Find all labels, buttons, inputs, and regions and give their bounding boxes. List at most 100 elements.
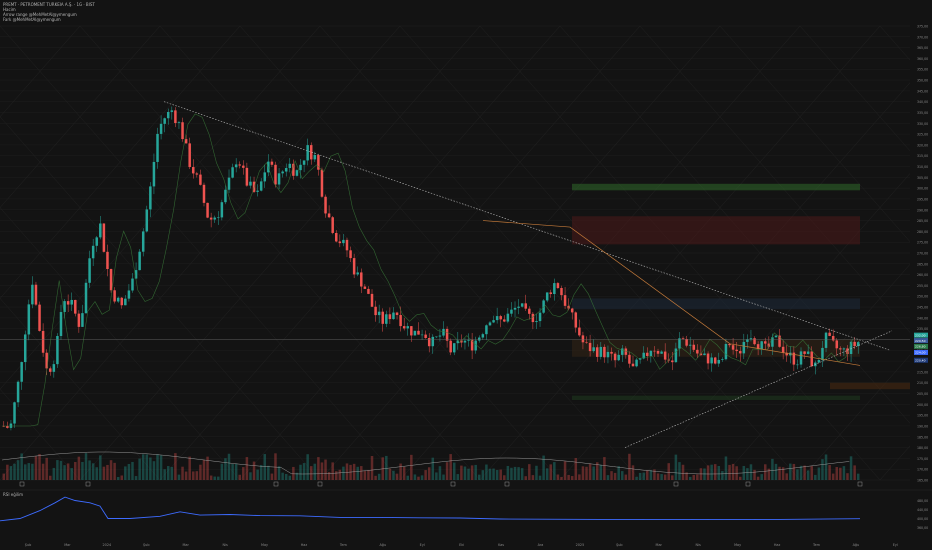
volume-bars [2,453,860,480]
volume-bar [806,470,810,480]
candle-body [352,258,356,275]
candle-body [381,311,384,324]
candle-body [177,122,181,124]
candle-body [481,334,485,338]
volume-bar [274,453,277,480]
candle-body [452,343,456,353]
candle-body [152,161,156,187]
volume-bar [435,472,438,480]
candle-body [603,346,606,358]
candle-body [181,122,184,140]
candle-body [166,111,170,119]
candle-body [685,338,688,346]
candle-body [356,272,359,275]
volume-bar [628,453,631,480]
volume-bar [563,461,567,480]
price-tick-label: 345,00 [917,89,928,93]
candle-body [746,339,749,342]
candle-body [159,123,163,134]
candle-body [553,283,556,295]
volume-bar [217,476,220,480]
volume-bar [753,469,756,480]
candle-body [485,325,488,335]
volume-bar [177,474,181,480]
volume-bar [113,462,116,480]
volume-bar [592,466,595,480]
volume-bar [6,464,9,480]
volume-bar [288,475,292,480]
candle-body [510,309,513,314]
volume-bar [84,453,88,480]
candle-body [806,351,810,354]
volume-bar [445,462,449,480]
candle-body [821,347,824,361]
volume-bar [124,466,127,480]
volume-bar [610,471,613,480]
candle-body [363,286,367,289]
candle-body [231,167,234,178]
candle-body [638,358,642,360]
price-tick-label: 205,00 [917,392,928,396]
candle-body [663,351,667,360]
time-tick-label: Ağu [379,543,386,547]
volume-bar [413,474,417,480]
candle-body [374,306,377,316]
candle-body [774,335,778,338]
candle-body [263,172,267,182]
volume-bar [774,463,778,480]
volume-bar [220,463,224,480]
time-tick-label: Kas [498,543,504,547]
volume-bar [356,466,359,480]
volume-bar [556,474,560,480]
event-marker-box [19,481,25,487]
candle-body [478,337,481,341]
candle-body [259,181,263,191]
volume-bar [485,464,488,480]
event-marker-box [450,481,456,487]
candle-body [335,232,338,242]
volume-bar [517,467,520,480]
candle-body [238,164,241,166]
price-tick-label: 170,00 [917,468,928,472]
volume-bar [578,474,581,480]
zone-box [572,183,860,191]
volume-bar [31,463,34,480]
candle-body [406,326,410,329]
candle-body [242,165,245,168]
candle-body [742,341,746,354]
candle-body [628,354,631,364]
candle-body [528,308,531,314]
volume-bar [567,474,570,480]
volume-bar [617,466,620,480]
candle-body [388,314,392,320]
volume-bar [731,463,735,480]
candle-body [442,328,445,336]
volume-bar [77,456,81,480]
volume-bar [545,468,549,480]
price-chart[interactable]: 165,00 170,00 175,00 180,00 185,00 190,00 195,… [0,0,932,550]
candle-body [588,342,592,352]
volume-bar [674,454,678,480]
candle-body [710,357,713,364]
candle-body [34,284,38,305]
time-axis: Şub Mar 2024 Şub Mar Nis May Haz Tem Ağu Eyl Eki Kas… [25,543,898,547]
volume-bar [367,470,370,480]
candle-body [138,251,141,271]
candle-body [520,303,524,307]
candle-body [803,351,806,354]
volume-bar [738,476,742,480]
candle-body [224,189,227,203]
volume-bar [38,454,41,480]
candle-body [513,307,517,310]
event-marker [673,481,679,487]
volume-bar [88,460,91,480]
candle-body [410,326,413,336]
volume-bar [492,468,495,480]
candle-body [799,351,803,365]
candle-body [217,217,220,219]
volume-bar [624,474,628,480]
volume-bar [149,457,152,480]
price-tick-label: 375,00 [917,25,928,29]
volume-bar [760,474,763,480]
volume-bar [839,467,842,480]
